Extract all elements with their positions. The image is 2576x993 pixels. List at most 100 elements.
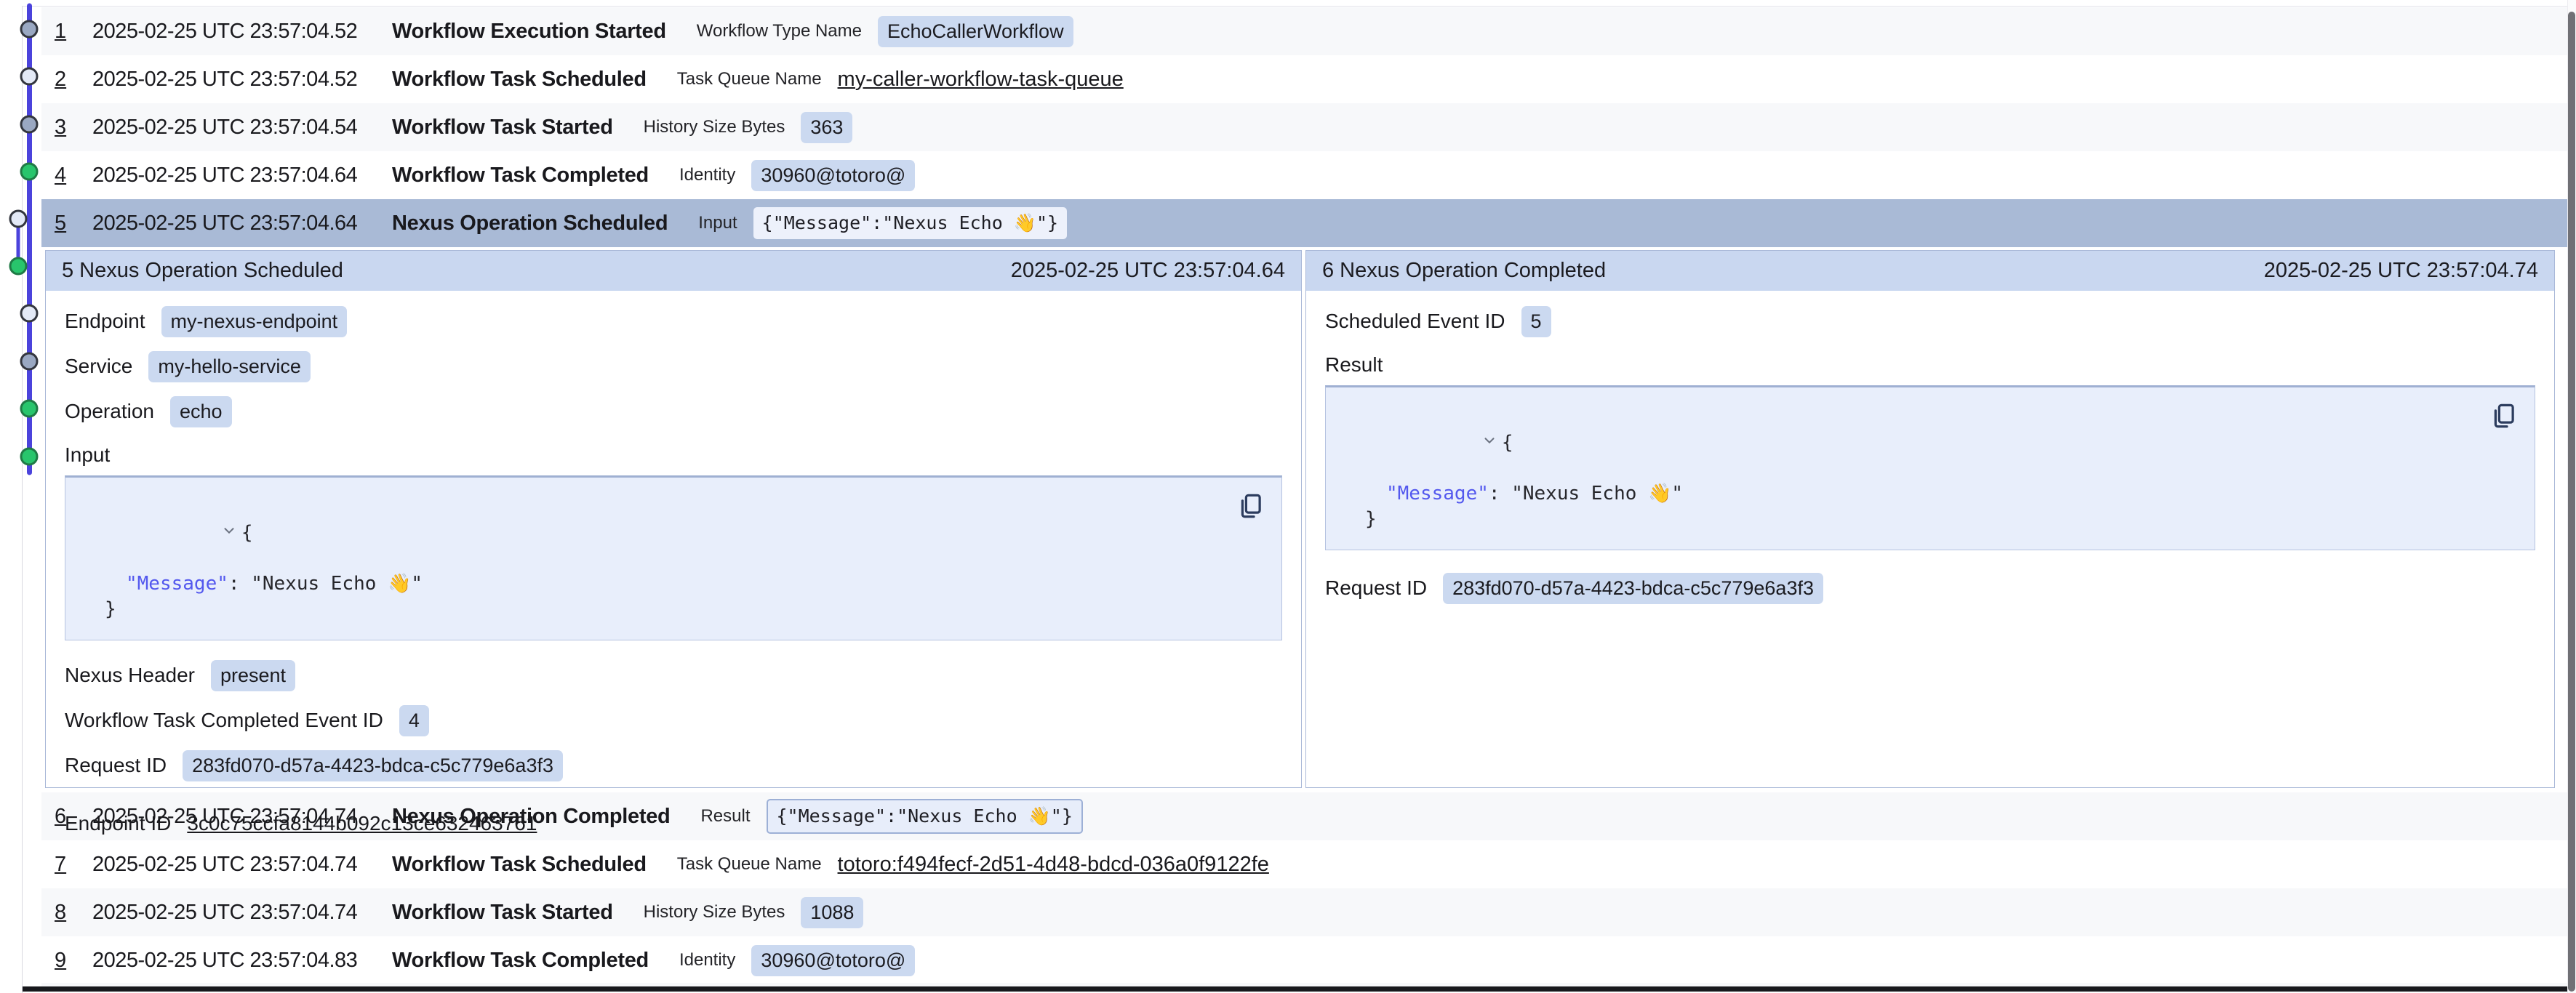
event-id-link[interactable]: 3 [55, 116, 92, 140]
event-timestamp: 2025-02-25 UTC 23:57:04.64 [92, 164, 392, 188]
input-label: Input [65, 442, 1282, 468]
json-value: "Nexus Echo 👋" [1511, 483, 1683, 504]
event-id-link[interactable]: 6 [55, 805, 92, 829]
detail-panel-timestamp: 2025-02-25 UTC 23:57:04.74 [2264, 259, 2538, 283]
task-queue-link[interactable]: my-caller-workflow-task-queue [838, 68, 1124, 92]
event-attr-label: Identity [679, 165, 735, 185]
detail-panel-nexus-operation-completed: 6 Nexus Operation Completed 2025-02-25 U… [1305, 250, 2555, 788]
timeline-event-dot-2[interactable] [21, 68, 37, 84]
scrollbar-track[interactable] [2567, 0, 2576, 993]
timeline-event-dot-3[interactable] [21, 116, 37, 132]
json-close-brace: } [105, 598, 116, 620]
timeline-event-dot-6[interactable] [10, 258, 26, 274]
field-nexus-header: Nexus Header present [65, 659, 1282, 691]
field-label: Workflow Task Completed Event ID [65, 709, 383, 732]
json-value: "Nexus Echo 👋" [251, 573, 423, 595]
field-label: Request ID [65, 754, 167, 777]
event-attr-label: Task Queue Name [677, 69, 822, 89]
event-detail-panels: 5 Nexus Operation Scheduled 2025-02-25 U… [45, 250, 2567, 788]
field-label: Endpoint [65, 310, 145, 333]
event-attr-value-badge: 1088 [801, 897, 863, 928]
field-request-id: Request ID 283fd070-d57a-4423-bdca-c5c77… [65, 749, 1282, 781]
timeline-event-dot-4[interactable] [21, 164, 37, 180]
event-row-3[interactable]: 3 2025-02-25 UTC 23:57:04.54 Workflow Ta… [41, 103, 2567, 151]
event-name: Workflow Task Scheduled [392, 68, 647, 92]
event-row-5-selected[interactable]: 5 2025-02-25 UTC 23:57:04.64 Nexus Opera… [41, 199, 2567, 247]
chevron-down-icon[interactable] [1481, 430, 1502, 456]
event-attr-value-badge: 30960@totoro@ [751, 160, 915, 191]
event-history-list: 1 2025-02-25 UTC 23:57:04.52 Workflow Ex… [41, 7, 2567, 984]
timeline-event-dot-10[interactable] [21, 449, 37, 465]
event-row-8[interactable]: 8 2025-02-25 UTC 23:57:04.74 Workflow Ta… [41, 888, 2567, 936]
detail-panel-body: Endpoint my-nexus-endpoint Service my-he… [46, 291, 1301, 840]
field-value-badge: present [211, 660, 295, 691]
bottom-edge-bar [23, 986, 2567, 992]
event-name: Workflow Task Scheduled [392, 853, 647, 877]
timeline-event-dot-7[interactable] [21, 305, 37, 321]
input-payload-viewer: { "Message": "Nexus Echo 👋" } [65, 475, 1282, 640]
result-payload-viewer: { "Message": "Nexus Echo 👋" } [1325, 385, 2535, 550]
event-id-link[interactable]: 9 [55, 949, 92, 973]
timeline-event-dot-9[interactable] [21, 401, 37, 417]
event-attr-label: Task Queue Name [677, 854, 822, 875]
event-id-link[interactable]: 4 [55, 164, 92, 188]
field-value-badge: 5 [1521, 306, 1551, 337]
field-service: Service my-hello-service [65, 350, 1282, 382]
event-timestamp: 2025-02-25 UTC 23:57:04.74 [92, 805, 392, 829]
event-attr-value-badge: EchoCallerWorkflow [878, 16, 1073, 47]
detail-panel-timestamp: 2025-02-25 UTC 23:57:04.64 [1011, 259, 1285, 283]
event-id-link[interactable]: 2 [55, 68, 92, 92]
event-attr-label: Input [698, 213, 737, 233]
event-attr-label: Identity [679, 950, 735, 970]
detail-panel-header[interactable]: 6 Nexus Operation Completed 2025-02-25 U… [1306, 251, 2554, 291]
field-label: Nexus Header [65, 664, 195, 687]
field-value-badge: 283fd070-d57a-4423-bdca-c5c779e6a3f3 [183, 750, 563, 781]
copy-icon[interactable] [1236, 492, 1264, 521]
field-endpoint: Endpoint my-nexus-endpoint [65, 305, 1282, 337]
field-value-badge: my-nexus-endpoint [161, 306, 348, 337]
event-name: Workflow Task Completed [392, 949, 649, 973]
event-attr-label: Workflow Type Name [697, 21, 862, 41]
event-name: Nexus Operation Scheduled [392, 212, 668, 236]
field-value-badge: my-hello-service [148, 351, 311, 382]
event-row-9[interactable]: 9 2025-02-25 UTC 23:57:04.83 Workflow Ta… [41, 936, 2567, 984]
event-id-link[interactable]: 8 [55, 901, 92, 925]
event-row-4[interactable]: 4 2025-02-25 UTC 23:57:04.64 Workflow Ta… [41, 151, 2567, 199]
event-attr-label: History Size Bytes [644, 117, 785, 137]
timeline-event-dot-8[interactable] [21, 353, 37, 369]
detail-panel-body: Scheduled Event ID 5 Result { "Message":… [1306, 291, 2554, 604]
timeline-event-dot-1[interactable] [21, 21, 37, 37]
json-colon: : [1489, 483, 1511, 504]
event-row-1[interactable]: 1 2025-02-25 UTC 23:57:04.52 Workflow Ex… [41, 7, 2567, 55]
result-label: Result [1325, 352, 2535, 378]
field-request-id: Request ID 283fd070-d57a-4423-bdca-c5c77… [1325, 572, 2535, 604]
event-timestamp: 2025-02-25 UTC 23:57:04.74 [92, 853, 392, 877]
event-timestamp: 2025-02-25 UTC 23:57:04.52 [92, 68, 392, 92]
detail-panel-title: 6 Nexus Operation Completed [1322, 259, 1606, 283]
event-attr-label: History Size Bytes [644, 902, 785, 922]
detail-panel-header[interactable]: 5 Nexus Operation Scheduled 2025-02-25 U… [46, 251, 1301, 291]
task-queue-link[interactable]: totoro:f494fecf-2d51-4d48-bdcd-036a0f912… [838, 853, 1269, 877]
field-workflow-task-completed-event-id: Workflow Task Completed Event ID 4 [65, 704, 1282, 736]
event-id-link[interactable]: 7 [55, 853, 92, 877]
event-id-link[interactable]: 1 [55, 20, 92, 44]
event-name: Workflow Task Completed [392, 164, 649, 188]
event-name: Workflow Task Started [392, 901, 613, 925]
event-name: Workflow Task Started [392, 116, 613, 140]
event-name: Workflow Execution Started [392, 20, 666, 44]
event-timestamp: 2025-02-25 UTC 23:57:04.64 [92, 212, 392, 236]
copy-icon[interactable] [2489, 402, 2517, 431]
field-label: Service [65, 355, 132, 378]
event-id-link[interactable]: 5 [55, 212, 92, 236]
field-label: Operation [65, 400, 154, 423]
event-row-7[interactable]: 7 2025-02-25 UTC 23:57:04.74 Workflow Ta… [41, 840, 2567, 888]
chevron-down-icon[interactable] [221, 520, 241, 546]
timeline-event-dot-5[interactable] [10, 211, 26, 227]
detail-panel-nexus-operation-scheduled: 5 Nexus Operation Scheduled 2025-02-25 U… [45, 250, 1302, 788]
event-row-2[interactable]: 2 2025-02-25 UTC 23:57:04.52 Workflow Ta… [41, 55, 2567, 103]
event-timestamp: 2025-02-25 UTC 23:57:04.54 [92, 116, 392, 140]
event-attr-value-badge: 30960@totoro@ [751, 945, 915, 976]
json-colon: : [228, 573, 251, 595]
event-timestamp: 2025-02-25 UTC 23:57:04.52 [92, 20, 392, 44]
scrollbar-thumb[interactable] [2568, 12, 2575, 992]
